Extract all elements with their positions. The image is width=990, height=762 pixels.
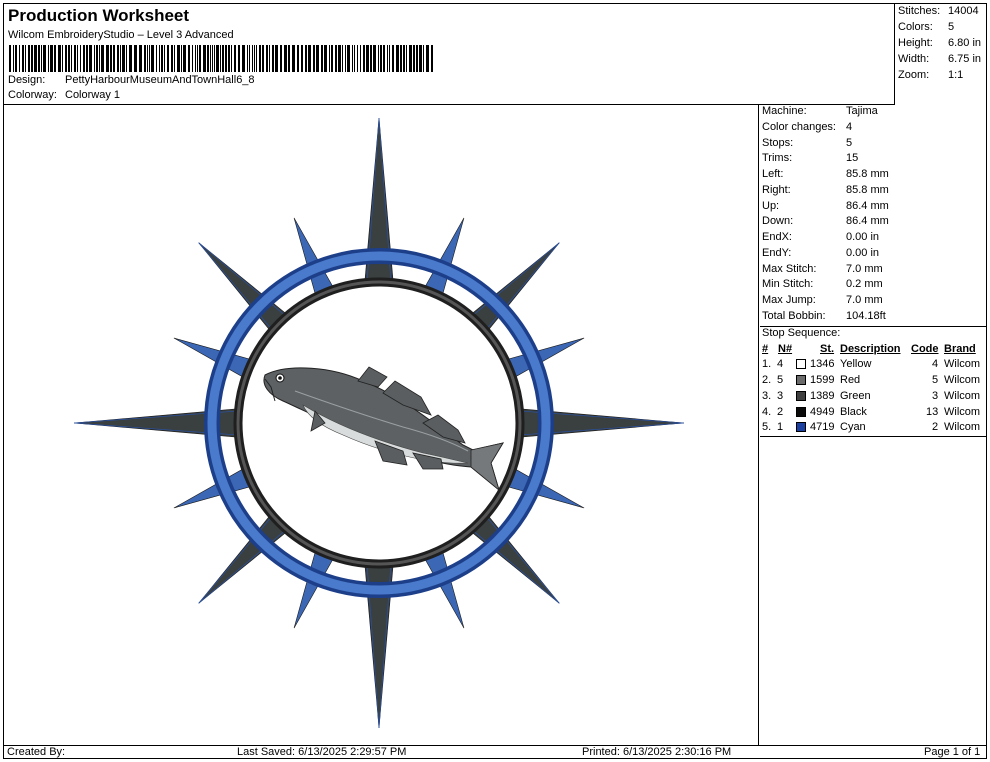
printed-date: Printed: 6/13/2025 2:30:16 PM (582, 746, 732, 758)
compass-rose-design-icon (73, 117, 685, 729)
detail-row-total-bobbin: Total Bobbin: 104.18ft (762, 310, 886, 322)
col-header-code: Code (911, 343, 939, 355)
col-header-n: N# (778, 343, 793, 355)
stop-sequence-panel: Stop Sequence: # N# St. Description Code… (760, 327, 987, 437)
color-swatch (796, 359, 806, 369)
detail-row-max-jump: Max Jump: 7.0 mm (762, 294, 883, 306)
detail-row-trims: Trims: 15 (762, 152, 859, 164)
page-number: Page 1 of 1 (924, 746, 981, 758)
summary-row-width: Width: 6.75 in (898, 53, 982, 65)
detail-row-down: Down: 86.4 mm (762, 215, 889, 227)
page-title: Production Worksheet (8, 6, 190, 25)
worksheet-header: Production Worksheet Wilcom EmbroiderySt… (3, 3, 895, 105)
colorway-value: Colorway 1 (65, 89, 121, 101)
stop-row: 4. 2 4949 Black 13 Wilcom (762, 406, 981, 418)
colorway-label: Colorway: (8, 89, 57, 101)
created-by: Created By: (7, 746, 66, 758)
summary-panel: Stitches: 14004 Colors: 5 Height: 6.80 i… (896, 3, 987, 105)
col-header-st: St. (820, 343, 835, 355)
col-header-brand: Brand (944, 343, 976, 355)
stop-row: 3. 3 1389 Green 3 Wilcom (762, 390, 981, 402)
last-saved: Last Saved: 6/13/2025 2:29:57 PM (237, 746, 407, 758)
detail-row-machine: Machine: Tajima (762, 105, 878, 117)
col-header-description: Description (840, 343, 901, 355)
software-name: Wilcom EmbroideryStudio – Level 3 Advanc… (8, 29, 234, 41)
detail-row-color-changes: Color changes: 4 (762, 121, 853, 133)
detail-row-left: Left: 85.8 mm (762, 168, 889, 180)
design-canvas (3, 105, 759, 745)
design-value: PettyHarbourMuseumAndTownHall6_8 (65, 74, 255, 86)
col-header-num: # (762, 343, 769, 355)
summary-row-height: Height: 6.80 in (898, 37, 982, 49)
stop-row: 2. 5 1599 Red 5 Wilcom (762, 374, 981, 386)
stop-sequence-title: Stop Sequence: (762, 327, 841, 339)
stop-row: 5. 1 4719 Cyan 2 Wilcom (762, 421, 981, 433)
stop-row: 1. 4 1346 Yellow 4 Wilcom (762, 358, 981, 370)
detail-row-endy: EndY: 0.00 in (762, 247, 880, 259)
detail-row-endx: EndX: 0.00 in (762, 231, 880, 243)
color-swatch (796, 391, 806, 401)
summary-row-colors: Colors: 5 (898, 21, 955, 33)
machine-details-panel: Machine: Tajima Color changes: 4 Stops: 5 T… (760, 105, 987, 327)
color-swatch (796, 422, 806, 432)
worksheet-footer: Created By: Last Saved: 6/13/2025 2:29:5… (3, 745, 987, 759)
color-swatch (796, 375, 806, 385)
summary-row-stitches: Stitches: 14004 (898, 5, 979, 17)
detail-row-max-stitch: Max Stitch: 7.0 mm (762, 263, 883, 275)
detail-row-stops: Stops: 5 (762, 137, 853, 149)
design-label: Design: (8, 74, 46, 86)
detail-row-min-stitch: Min Stitch: 0.2 mm (762, 278, 883, 290)
detail-row-up: Up: 86.4 mm (762, 200, 889, 212)
summary-row-zoom: Zoom: 1:1 (898, 69, 964, 81)
color-swatch (796, 407, 806, 417)
detail-row-right: Right: 85.8 mm (762, 184, 889, 196)
barcode-icon (9, 45, 433, 72)
